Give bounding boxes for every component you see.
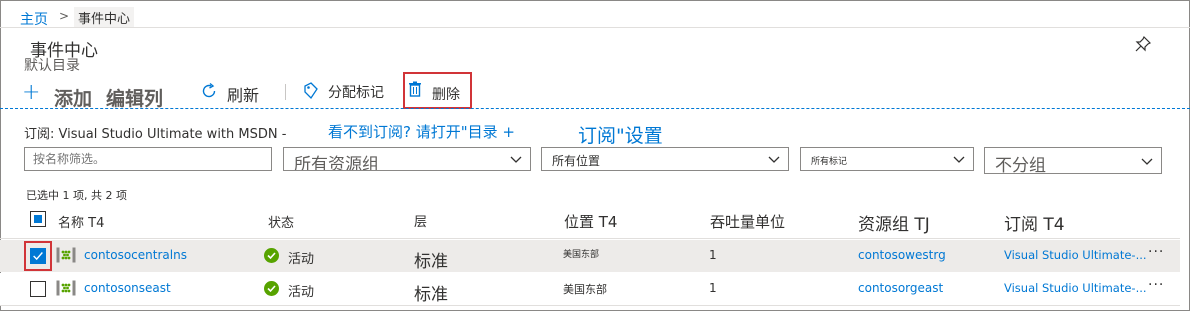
row-status: 活动 (288, 285, 315, 300)
column-header-resource-group[interactable]: 资源组 TJ (858, 210, 930, 235)
delete-icon[interactable] (408, 81, 422, 97)
add-icon[interactable]: + (22, 80, 40, 105)
chevron-down-icon (953, 156, 965, 163)
location-filter[interactable]: 所有位置 (541, 147, 789, 171)
row-subscription-link[interactable]: Visual Studio Ultimate-... (1004, 248, 1147, 262)
page-subtitle: 默认目录 (24, 58, 80, 74)
row-tier: 标准 (414, 285, 448, 305)
table-row[interactable]: contosocentralns 活动 标准 美国东部 1 contosowes… (0, 240, 1180, 272)
checkbox-highlight (24, 241, 52, 271)
row-checkbox[interactable] (30, 281, 46, 297)
row-divider (0, 305, 1180, 306)
delete-button[interactable]: 删除 (432, 84, 460, 104)
tag-icon[interactable] (303, 82, 319, 100)
more-actions-icon[interactable]: ··· (1148, 277, 1164, 293)
column-header-throughput[interactable]: 吞吐量单位 (710, 211, 785, 232)
subscription-help-link[interactable]: 看不到订阅? 请打开"目录 + (328, 121, 515, 142)
row-status: 活动 (288, 252, 315, 267)
row-resource-group-link[interactable]: contosowestrg (858, 248, 946, 262)
chevron-down-icon (1141, 158, 1153, 165)
row-location: 美国东部 (563, 250, 600, 260)
more-actions-icon[interactable]: ··· (1148, 244, 1164, 260)
chevron-down-icon (768, 156, 780, 163)
header-divider (0, 238, 1180, 239)
column-header-name[interactable]: 名称 T4 (58, 212, 104, 231)
name-filter-input[interactable] (24, 147, 272, 171)
row-resource-group-link[interactable]: contosorgeast (858, 281, 943, 295)
chevron-down-icon (510, 156, 522, 163)
row-name-link[interactable]: contosonseast (84, 281, 171, 295)
status-ok-icon (264, 281, 279, 296)
breadcrumb-divider (0, 27, 1190, 28)
refresh-button[interactable]: 刷新 (227, 82, 259, 106)
pin-icon[interactable] (1135, 36, 1151, 52)
event-hubs-icon (56, 247, 76, 263)
table-header: 名称 T4 状态 层 位置 T4 吞吐量单位 资源组 TJ 订阅 T4 (0, 210, 1180, 236)
row-throughput: 1 (709, 248, 717, 262)
resource-group-filter[interactable]: 所有资源组 (283, 147, 531, 171)
row-throughput: 1 (709, 281, 717, 295)
row-location: 美国东部 (563, 283, 607, 296)
subscription-settings-link[interactable]: 订阅"设置 (578, 121, 663, 148)
selection-count: 已选中 1 项, 共 2 项 (26, 189, 127, 202)
toolbar-divider (0, 108, 1190, 109)
add-button[interactable]: 添加 (54, 84, 92, 111)
refresh-icon[interactable] (200, 82, 218, 100)
row-subscription-link[interactable]: Visual Studio Ultimate-... (1004, 281, 1147, 295)
event-hubs-icon (56, 280, 76, 296)
column-header-tier[interactable]: 层 (414, 211, 427, 230)
location-filter-value: 所有位置 (552, 154, 601, 168)
grouping-select-value: 不分组 (995, 156, 1046, 174)
breadcrumb-separator: > (59, 9, 70, 23)
grouping-select[interactable]: 不分组 (984, 147, 1162, 174)
breadcrumb-current: 事件中心 (74, 7, 135, 28)
column-header-status[interactable]: 状态 (268, 212, 294, 231)
row-name-link[interactable]: contosocentralns (84, 248, 187, 262)
column-header-subscription[interactable]: 订阅 T4 (1004, 210, 1065, 235)
toolbar-separator (285, 84, 286, 100)
assign-tags-button[interactable]: 分配标记 (328, 82, 384, 102)
tags-filter[interactable]: 所有标记 (800, 147, 974, 171)
column-header-location[interactable]: 位置 T4 (564, 211, 617, 232)
subscription-label: 订阅: Visual Studio Ultimate with MSDN - (24, 127, 287, 142)
row-tier: 标准 (414, 252, 448, 272)
edit-columns-button[interactable]: 编辑列 (106, 84, 163, 111)
table-row[interactable]: contosonseast 活动 标准 美国东部 1 contosorgeast… (0, 273, 1180, 305)
tags-filter-value: 所有标记 (811, 157, 848, 167)
status-ok-icon (264, 248, 279, 263)
resource-group-filter-value: 所有资源组 (294, 155, 379, 171)
breadcrumb-home-link[interactable]: 主页 (20, 9, 48, 29)
